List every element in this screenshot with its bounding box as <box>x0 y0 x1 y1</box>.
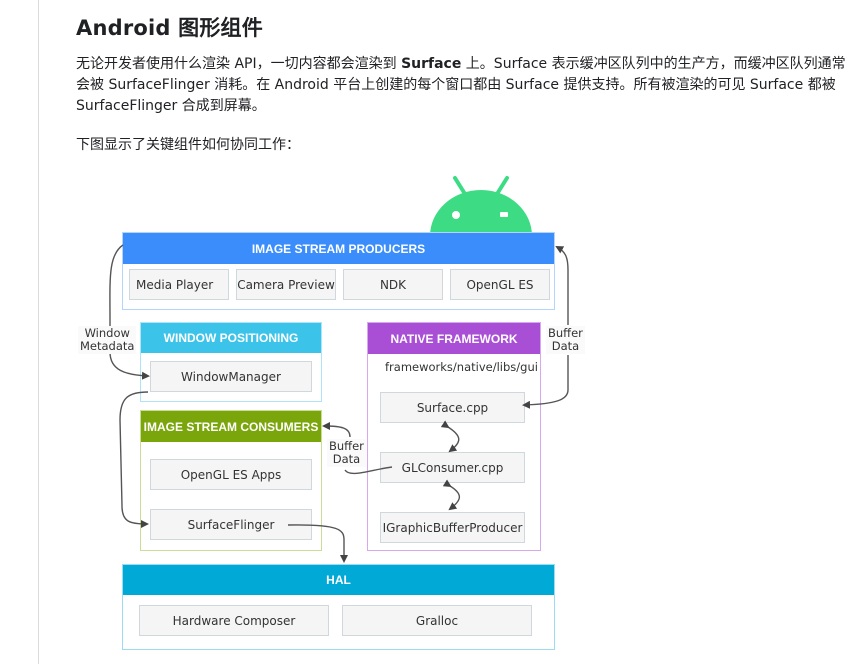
arrow-producers-to-windowmanager <box>109 244 150 380</box>
arrow-glconsumer-igbp <box>442 479 461 511</box>
line-glconsumer-to-buffer-data <box>344 466 393 475</box>
label-buffer-data-right: Buffer Data <box>546 326 585 354</box>
arrow-buffer-data-to-surface <box>522 355 569 409</box>
label-buffer-data-middle: Buffer Data <box>327 439 366 467</box>
arrow-windowmanager-to-surfaceflinger <box>119 391 149 528</box>
arrow-buffer-data-to-consumers <box>322 422 351 438</box>
arrow-surfaceflinger-to-hal <box>287 524 348 563</box>
arrow-surface-glconsumer <box>440 420 460 453</box>
graphics-components-diagram: IMAGE STREAM PRODUCERS Media Player Came… <box>0 0 855 664</box>
arrow-buffer-data-to-producers <box>555 246 569 325</box>
label-window-metadata: Window Metadata <box>78 326 137 354</box>
